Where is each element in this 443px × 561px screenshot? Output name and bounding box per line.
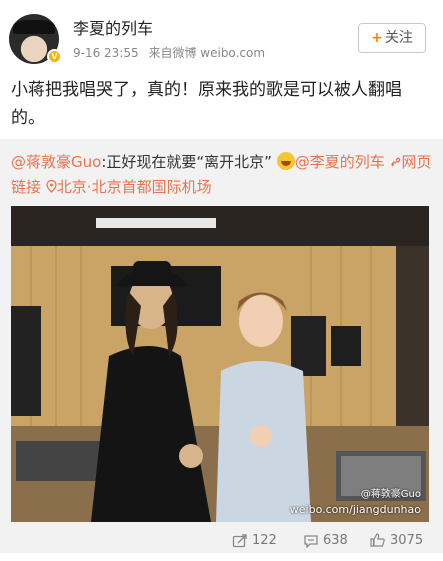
post-text: 小蒋把我唱哭了，真的！原来我的歌是可以被人翻唱的。	[11, 80, 402, 128]
plus-icon: +	[371, 30, 383, 46]
post-meta: 9-16 23:55 来自微博 weibo.com	[73, 44, 271, 61]
location-label: 北京·北京首都国际机场	[56, 178, 212, 196]
follow-button[interactable]: + 关注	[358, 23, 426, 53]
mention-author[interactable]: @蒋敦豪Guo	[11, 153, 101, 171]
repost-count: 122	[252, 533, 277, 548]
repost-text: @蒋敦豪Guo:正好现在就要“离开北京” @李夏的列车 网页链接 北京·北京首都…	[11, 150, 436, 200]
photo-scene	[11, 206, 429, 522]
action-bar: 122 638 3075	[0, 528, 443, 561]
author-name[interactable]: 李夏的列车	[73, 15, 153, 39]
photo-watermark-url: weibo.com/jiangdunhao	[289, 503, 421, 516]
post-source[interactable]: 来自微博 weibo.com	[148, 46, 265, 60]
like-action[interactable]: 3075	[370, 533, 423, 548]
mention-target[interactable]: @李夏的列车	[295, 153, 385, 171]
thumbs-up-icon	[370, 533, 385, 547]
comment-count: 638	[323, 533, 348, 548]
verified-badge-icon: V	[47, 49, 62, 64]
like-count: 3075	[390, 533, 424, 548]
follow-label: 关注	[384, 30, 413, 46]
comment-icon	[304, 534, 318, 548]
repost-action[interactable]: 122	[232, 533, 277, 548]
post-time: 9-16 23:55	[73, 46, 139, 60]
post-header: V 李夏的列车 9-16 23:55 来自微博 weibo.com + 关注	[0, 0, 443, 66]
photo-watermark-name: @蒋敦豪Guo	[360, 489, 421, 500]
comment-action[interactable]: 638	[303, 533, 348, 548]
location-link[interactable]: 北京·北京首都国际机场	[46, 178, 212, 196]
link-icon	[390, 157, 400, 167]
repost-photo[interactable]: @蒋敦豪Guo weibo.com/jiangdunhao	[11, 206, 429, 522]
repost-card[interactable]: @蒋敦豪Guo:正好现在就要“离开北京” @李夏的列车 网页链接 北京·北京首都…	[0, 139, 443, 553]
repost-body: :正好现在就要“离开北京”	[101, 153, 272, 171]
grin-emoji-icon	[276, 152, 295, 170]
location-pin-icon	[46, 179, 57, 193]
repost-icon	[232, 533, 247, 547]
